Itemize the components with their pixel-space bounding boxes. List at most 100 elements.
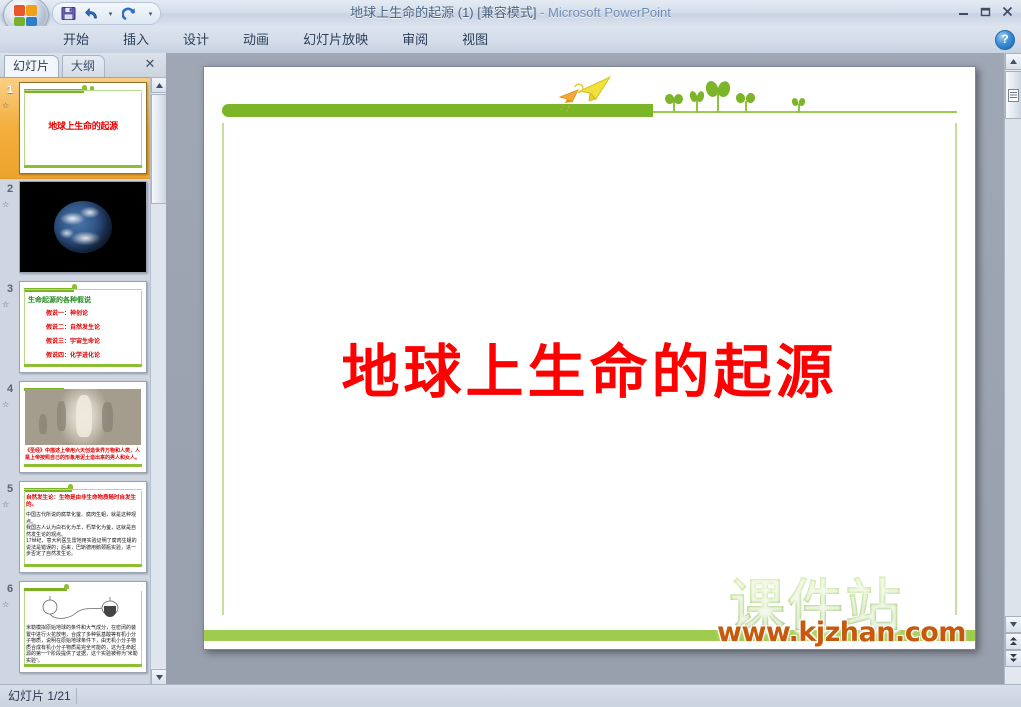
restore-button[interactable] xyxy=(975,2,995,21)
tab-design[interactable]: 设计 xyxy=(166,26,226,53)
double-chevron-up-icon xyxy=(1010,637,1017,645)
minimize-button[interactable] xyxy=(953,2,973,21)
slide-thumbnail-line-3-2: 假说二：自然发生论 xyxy=(46,325,101,331)
slide-vertical-scrollbar[interactable] xyxy=(1004,53,1021,685)
slide-footer-green-bar xyxy=(204,630,975,641)
window-title-app: Microsoft PowerPoint xyxy=(548,5,671,20)
slide-thumbnail-2[interactable]: 2 ☆ xyxy=(0,177,150,277)
tab-review[interactable]: 审阅 xyxy=(385,26,445,53)
paper-plane-icon xyxy=(556,75,614,114)
sprout-icon-1 xyxy=(665,94,683,113)
slide-number-5: 5 xyxy=(6,483,14,495)
tab-home[interactable]: 开始 xyxy=(46,26,106,53)
ribbon-tab-bar: 开始 插入 设计 动画 幻灯片放映 审阅 视图 ? xyxy=(0,26,1021,54)
earth-photo xyxy=(20,182,146,272)
slide-number-1: 1 xyxy=(6,84,14,96)
help-icon[interactable]: ? xyxy=(995,30,1015,50)
current-slide-wrapper: 地球上生命的起源 课件站 www.kjzhan.com xyxy=(203,66,976,650)
slide-counter-label: 幻灯片 1/21 xyxy=(8,689,71,703)
scroll-track[interactable] xyxy=(1005,119,1021,616)
status-divider xyxy=(76,688,77,704)
slide-thumbnail-4[interactable]: 4 ☆ 《圣经》中描述上帝用六天创造世界万物和人类，人是上帝按照自己的形象用泥土… xyxy=(0,377,150,477)
slide-number-2: 2 xyxy=(6,183,14,195)
slide-editor-area: 地球上生命的起源 课件站 www.kjzhan.com xyxy=(166,53,1004,685)
slides-pane-scrollbar[interactable] xyxy=(150,77,167,685)
tab-view[interactable]: 视图 xyxy=(445,26,505,53)
current-slide[interactable]: 地球上生命的起源 课件站 www.kjzhan.com xyxy=(203,66,976,650)
slides-pane-scroll-thumb[interactable] xyxy=(151,94,167,204)
svg-text:☆: ☆ xyxy=(2,400,9,409)
title-bar: ▾ ▾ 地球上生命的起源 (1) [兼容模式] - Microsoft Powe… xyxy=(0,0,1021,34)
previous-slide-button[interactable] xyxy=(1005,633,1021,650)
slide-thumbnail-frame-5: 自然发生论：生物是由非生命物质随时自发生的。 中国古代所说的腐草化萤、腐肉生蛆，… xyxy=(19,481,147,573)
animation-star-icon-4: ☆ xyxy=(2,397,18,411)
double-chevron-down-icon xyxy=(1010,654,1017,662)
redo-icon xyxy=(121,7,135,20)
slide-number-3: 3 xyxy=(6,283,14,295)
slide-thumbnail-frame-4: 《圣经》中描述上帝用六天创造世界万物和人类，人是上帝按照自己的形象用泥土造出来的… xyxy=(19,381,147,473)
save-icon xyxy=(61,7,75,20)
svg-text:☆: ☆ xyxy=(2,200,9,209)
slides-pane-scroll-track[interactable] xyxy=(151,204,167,668)
chevron-down-icon xyxy=(155,674,163,680)
slide-thumbnail-frame-6: 米勒模拟原始地球的条件和大气成分，在密闭的装置中进行火花放电，合成了多种氨基酸等… xyxy=(19,581,147,673)
undo-button[interactable] xyxy=(81,4,103,23)
scroll-up-button[interactable] xyxy=(1005,53,1021,70)
redo-button[interactable] xyxy=(118,4,140,23)
chevron-up-icon xyxy=(155,82,163,88)
slide-footer-white-strip xyxy=(204,641,975,649)
chevron-up-icon xyxy=(1010,59,1017,64)
tab-outline[interactable]: 大纲 xyxy=(62,55,106,77)
window-controls xyxy=(953,2,1017,21)
scroll-thumb[interactable] xyxy=(1005,71,1021,119)
slide-title-text[interactable]: 地球上生命的起源 xyxy=(204,325,975,409)
miller-experiment-diagram xyxy=(34,596,132,622)
next-slide-button[interactable] xyxy=(1005,650,1021,667)
slide-thumbnail-6[interactable]: 6 ☆ 米勒模拟原始地球的条件和大气成分，在密闭的装置中进行火花放电，合成了多种… xyxy=(0,577,150,677)
customize-qat-button[interactable]: ▾ xyxy=(145,4,156,23)
chevron-down-icon xyxy=(1010,622,1017,627)
slides-pane-scroll-up-button[interactable] xyxy=(151,77,167,93)
status-bar: 幻灯片 1/21 xyxy=(0,684,1021,707)
slide-thumbnail-para-5-3: 17世纪，意大利医生雷地用实验证明了腐肉生蛆的说法是错误的；后来，巴斯德用鹅颈瓶… xyxy=(26,538,137,557)
undo-icon xyxy=(84,7,97,18)
window-title-document: 地球上生命的起源 (1) [兼容模式] xyxy=(350,5,537,20)
tab-slides-thumbnails[interactable]: 幻灯片 xyxy=(4,55,60,77)
slide-thumbnail-line-3-1: 假说一：神创论 xyxy=(46,311,89,317)
slide-thumbnail-line-3-3: 假说三：宇宙生命论 xyxy=(46,339,101,345)
animation-star-icon-5: ☆ xyxy=(2,497,18,511)
sprout-icon-4 xyxy=(736,93,755,113)
slides-pane: 幻灯片 大纲 ✕ 1 ☆ 地球上生命的起源 2 ☆ 3 ☆ 生命起源的各种假说 … xyxy=(0,53,167,685)
scroll-down-button[interactable] xyxy=(1005,616,1021,633)
slide-thumbnail-frame-3: 生命起源的各种假说 假说一：神创论 假说二：自然发生论 假说三：宇宙生命论 假说… xyxy=(19,281,147,373)
slide-thumbnail-frame-1: 地球上生命的起源 xyxy=(19,82,147,174)
sprout-icon-2 xyxy=(690,91,704,113)
slide-thumbnail-1[interactable]: 1 ☆ 地球上生命的起源 xyxy=(0,77,150,179)
slide-thumbnail-frame-2 xyxy=(19,181,147,273)
save-button[interactable] xyxy=(57,4,79,23)
slides-pane-scroll-down-button[interactable] xyxy=(151,669,167,685)
tab-insert[interactable]: 插入 xyxy=(106,26,166,53)
animation-star-icon-1: ☆ xyxy=(2,98,18,112)
close-icon xyxy=(1002,6,1012,17)
slide-thumbnail-title-1: 地球上生命的起源 xyxy=(48,121,118,131)
tab-animations[interactable]: 动画 xyxy=(226,26,286,53)
undo-dropdown-arrow[interactable]: ▾ xyxy=(105,4,116,23)
powerpoint-window: ▾ ▾ 地球上生命的起源 (1) [兼容模式] - Microsoft Powe… xyxy=(0,0,1021,707)
sprout-icon-5 xyxy=(792,98,805,113)
close-pane-icon[interactable]: ✕ xyxy=(142,56,158,72)
slide-thumbnail-para-5-2: 我国古人认为白石化为羊，朽草化为萤，这就是自然发生论的观点。 xyxy=(26,525,137,538)
slides-pane-tabs: 幻灯片 大纲 ✕ xyxy=(0,53,166,78)
animation-star-icon-3: ☆ xyxy=(2,297,18,311)
slide-thumbnail-body-6: 米勒模拟原始地球的条件和大气成分，在密闭的装置中进行火花放电，合成了多种氨基酸等… xyxy=(26,625,138,664)
creation-engraving-image xyxy=(25,389,141,445)
svg-text:☆: ☆ xyxy=(2,500,9,509)
slide-thumbnail-3[interactable]: 3 ☆ 生命起源的各种假说 假说一：神创论 假说二：自然发生论 假说三：宇宙生命… xyxy=(0,277,150,377)
close-button[interactable] xyxy=(997,2,1017,21)
slide-thumbnail-heading-5: 自然发生论：生物是由非生命物质随时自发生的。 xyxy=(26,495,137,508)
svg-text:☆: ☆ xyxy=(2,600,9,609)
slide-thumbnail-5[interactable]: 5 ☆ 自然发生论：生物是由非生命物质随时自发生的。 中国古代所说的腐草化萤、腐… xyxy=(0,477,150,577)
animation-star-icon-2: ☆ xyxy=(2,197,18,211)
tab-slideshow[interactable]: 幻灯片放映 xyxy=(286,26,385,53)
ribbon-tabs: 开始 插入 设计 动画 幻灯片放映 审阅 视图 xyxy=(46,26,505,53)
